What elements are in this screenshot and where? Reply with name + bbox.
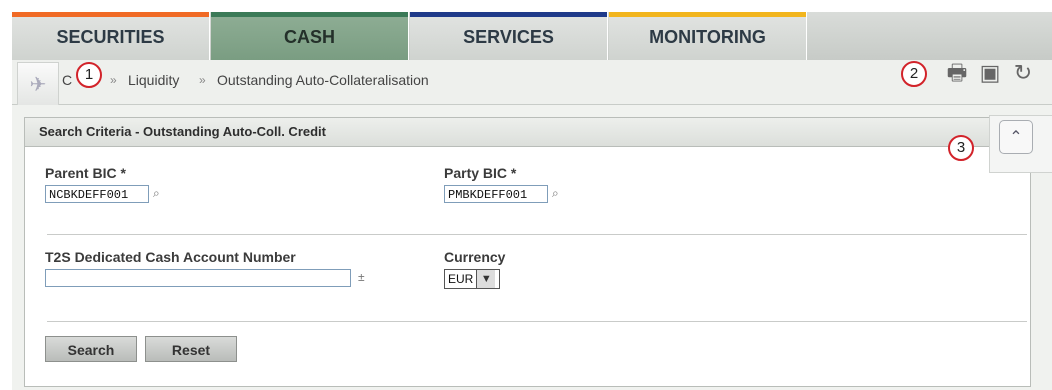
print-icon[interactable]: 🖶 — [945, 61, 969, 85]
tab-services[interactable]: SERVICES — [410, 12, 608, 60]
tab-stripe — [12, 12, 209, 17]
breadcrumb-item-current: Outstanding Auto-Collateralisation — [217, 72, 429, 88]
reset-button[interactable]: Reset — [145, 336, 237, 362]
main-menu: SECURITIES CASH SERVICES MONITORING — [12, 12, 1052, 61]
tab-monitoring[interactable]: MONITORING — [609, 12, 807, 60]
breadcrumb-item-liquidity[interactable]: Liquidity — [128, 72, 179, 88]
tab-stripe — [410, 12, 607, 17]
tab-cash[interactable]: CASH — [211, 12, 409, 60]
search-button[interactable]: Search — [45, 336, 137, 362]
app-frame: SECURITIES CASH SERVICES MONITORING ✈ C … — [12, 12, 1052, 390]
search-criteria-panel: Search Criteria - Outstanding Auto-Coll.… — [24, 117, 1031, 387]
breadcrumb-separator: » — [199, 73, 206, 87]
search-icon[interactable]: ⌕ — [552, 186, 559, 201]
parent-bic-input[interactable]: NCBKDEFF001 — [45, 185, 149, 203]
chevron-down-icon[interactable]: ▼ — [476, 270, 496, 288]
callout-2: 2 — [901, 61, 927, 87]
double-chevron-up-icon: ⌃ — [1009, 129, 1023, 146]
tab-label: CASH — [283, 27, 335, 47]
currency-value: EUR — [448, 272, 474, 286]
cash-account-input[interactable] — [45, 269, 351, 287]
search-icon[interactable]: ⌕ — [153, 186, 160, 201]
party-bic-label: Party BIC * — [444, 165, 517, 181]
parent-bic-label: Parent BIC * — [45, 165, 126, 181]
panel-title: Search Criteria - Outstanding Auto-Coll.… — [25, 118, 1030, 147]
divider — [47, 234, 1027, 235]
callout-3: 3 — [948, 135, 974, 161]
collapse-button[interactable]: ⌃ — [999, 120, 1033, 154]
tab-stripe — [211, 12, 408, 17]
tab-stripe — [609, 12, 806, 17]
divider — [47, 321, 1027, 322]
breadcrumb-item-root[interactable]: C — [62, 72, 72, 88]
tab-label: SERVICES — [463, 27, 554, 47]
save-icon[interactable]: ▣ — [978, 61, 1002, 85]
refresh-icon[interactable]: ↻ — [1008, 61, 1038, 85]
tab-securities[interactable]: SECURITIES — [12, 12, 210, 60]
account-label: T2S Dedicated Cash Account Number — [45, 249, 296, 265]
currency-select[interactable]: EUR ▼ — [444, 269, 500, 289]
party-bic-input[interactable]: PMBKDEFF001 — [444, 185, 548, 203]
tab-label: SECURITIES — [56, 27, 165, 47]
breadcrumb: ✈ C » Liquidity » Outstanding Auto-Colla… — [12, 60, 1052, 105]
tab-label: MONITORING — [649, 27, 766, 47]
home-icon[interactable]: ✈ — [17, 62, 59, 105]
sort-icon[interactable]: ± — [358, 270, 365, 284]
callout-1: 1 — [76, 62, 102, 88]
currency-label: Currency — [444, 249, 506, 265]
breadcrumb-separator: » — [110, 73, 117, 87]
